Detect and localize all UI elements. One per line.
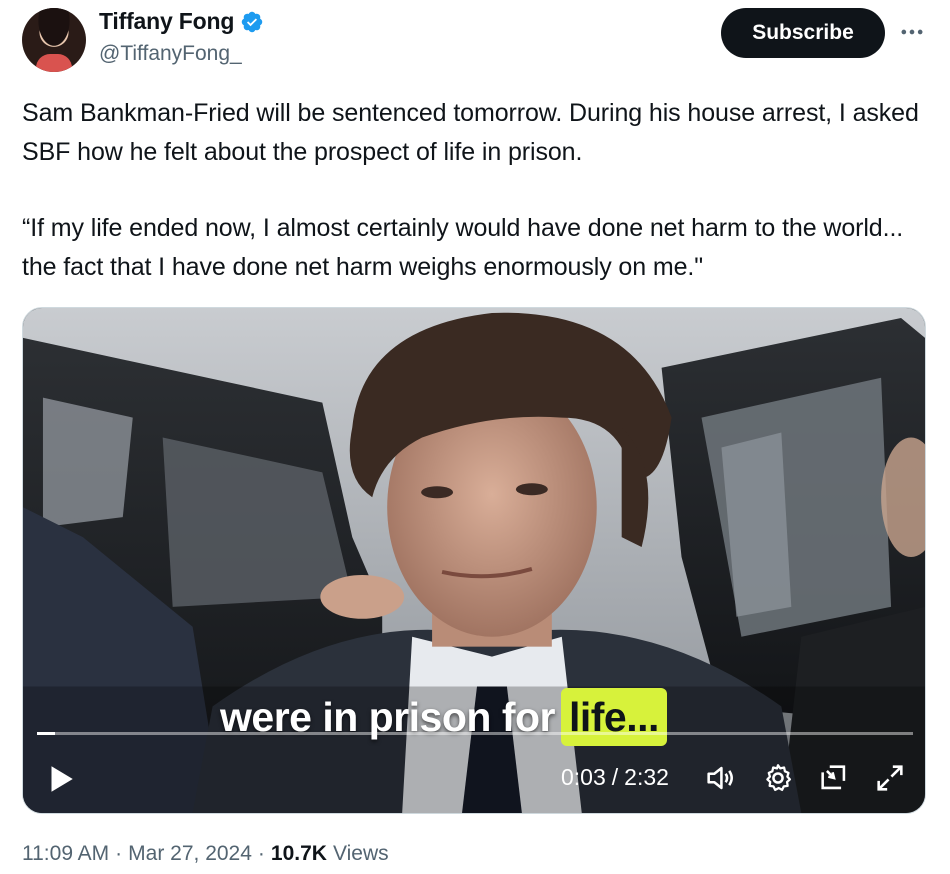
author-handle[interactable]: @TiffanyFong_ bbox=[99, 42, 242, 66]
share-out-icon[interactable] bbox=[817, 761, 851, 795]
time-separator: / bbox=[611, 764, 619, 790]
author-name[interactable]: Tiffany Fong bbox=[99, 8, 264, 35]
meta-dot: · bbox=[257, 842, 265, 865]
tweet-paragraph-2: “If my life ended now, I almost certainl… bbox=[22, 214, 904, 281]
meta-dot: · bbox=[115, 842, 123, 865]
views-count: 10.7K bbox=[270, 842, 327, 865]
video-progress-bar[interactable] bbox=[37, 732, 913, 735]
caption-highlight: life... bbox=[561, 688, 667, 746]
tweet-text: Sam Bankman-Fried will be sentenced tomo… bbox=[22, 94, 932, 287]
tweet-paragraph-1: Sam Bankman-Fried will be sentenced tomo… bbox=[22, 99, 919, 166]
tweet-meta: 11:09 AM · Mar 27, 2024 · 10.7K Views bbox=[22, 842, 389, 866]
video-progress-fill bbox=[37, 732, 55, 735]
video-timecode: 0:03 / 2:32 bbox=[561, 764, 669, 791]
volume-icon[interactable] bbox=[703, 761, 737, 795]
settings-gear-icon[interactable] bbox=[761, 761, 795, 795]
current-time: 0:03 bbox=[561, 764, 606, 790]
duration: 2:32 bbox=[624, 764, 669, 790]
tweet-time[interactable]: 11:09 AM bbox=[22, 842, 109, 866]
play-icon[interactable] bbox=[43, 762, 77, 796]
tweet-card: Tiffany Fong @TiffanyFong_ Subscribe Sam… bbox=[0, 0, 950, 874]
more-horizontal-icon[interactable] bbox=[898, 18, 926, 46]
verified-badge-icon bbox=[241, 11, 263, 32]
views-label: Views bbox=[332, 842, 389, 865]
tweet-date[interactable]: Mar 27, 2024 bbox=[128, 842, 252, 866]
author-avatar[interactable] bbox=[22, 8, 86, 72]
author-name-text[interactable]: Tiffany Fong bbox=[99, 8, 234, 35]
video-player[interactable]: were in prison for life... 0:03 / 2:32 bbox=[22, 307, 926, 814]
fullscreen-icon[interactable] bbox=[873, 761, 907, 795]
subscribe-button[interactable]: Subscribe bbox=[721, 8, 885, 58]
